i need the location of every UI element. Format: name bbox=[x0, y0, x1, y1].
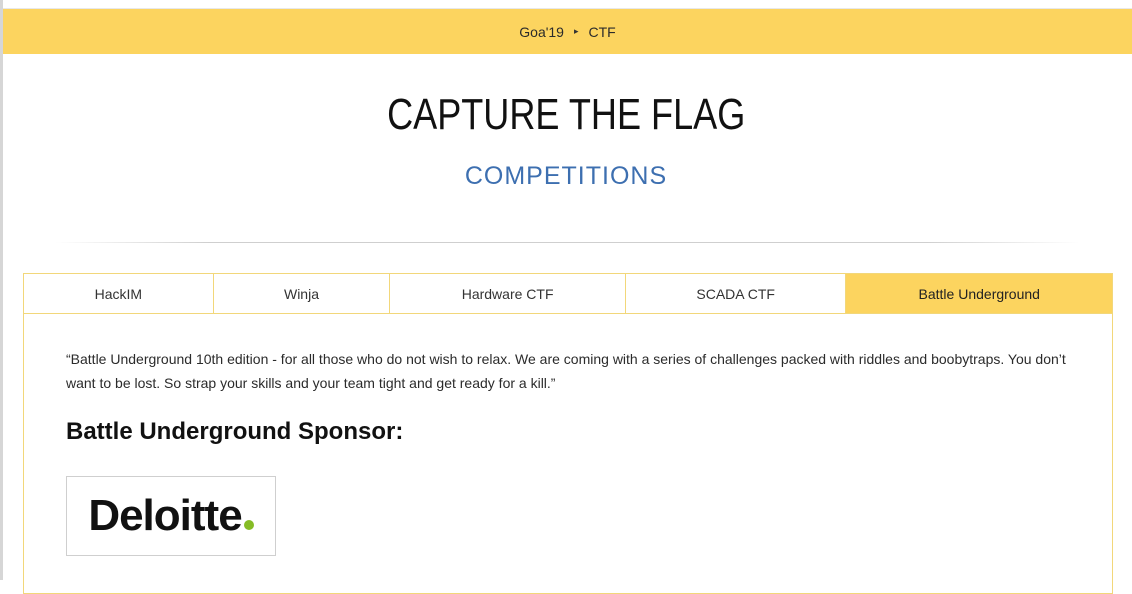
section-divider bbox=[55, 242, 1080, 243]
top-strip bbox=[0, 0, 1132, 8]
window-left-edge bbox=[0, 0, 3, 580]
breadcrumb-separator-icon: ▸ bbox=[573, 26, 579, 36]
tab-scada-ctf[interactable]: SCADA CTF bbox=[625, 274, 847, 313]
page-subtitle: COMPETITIONS bbox=[464, 162, 668, 190]
deloitte-logo: Deloitte bbox=[88, 491, 254, 541]
page-title: CAPTURE THE FLAG bbox=[387, 90, 746, 139]
competition-description: “Battle Underground 10th edition - for a… bbox=[66, 351, 1066, 391]
sponsor-logo[interactable]: Deloitte bbox=[66, 476, 276, 556]
breadcrumb-item-ctf[interactable]: CTF bbox=[589, 24, 616, 40]
deloitte-logo-text: Deloitte bbox=[88, 491, 242, 540]
tab-winja[interactable]: Winja bbox=[213, 274, 391, 313]
logo-dot-icon bbox=[243, 520, 254, 530]
tab-hackim[interactable]: HackIM bbox=[24, 274, 214, 313]
competition-tabs: HackIM Winja Hardware CTF SCADA CTF Batt… bbox=[23, 273, 1113, 314]
sponsor-heading: Battle Underground Sponsor: bbox=[66, 418, 404, 445]
tab-battle-underground[interactable]: Battle Underground bbox=[846, 274, 1112, 313]
breadcrumb-item-goa19[interactable]: Goa'19 bbox=[519, 24, 564, 40]
breadcrumb: Goa'19 ▸ CTF bbox=[3, 8, 1132, 54]
tab-hardware-ctf[interactable]: Hardware CTF bbox=[390, 274, 626, 313]
